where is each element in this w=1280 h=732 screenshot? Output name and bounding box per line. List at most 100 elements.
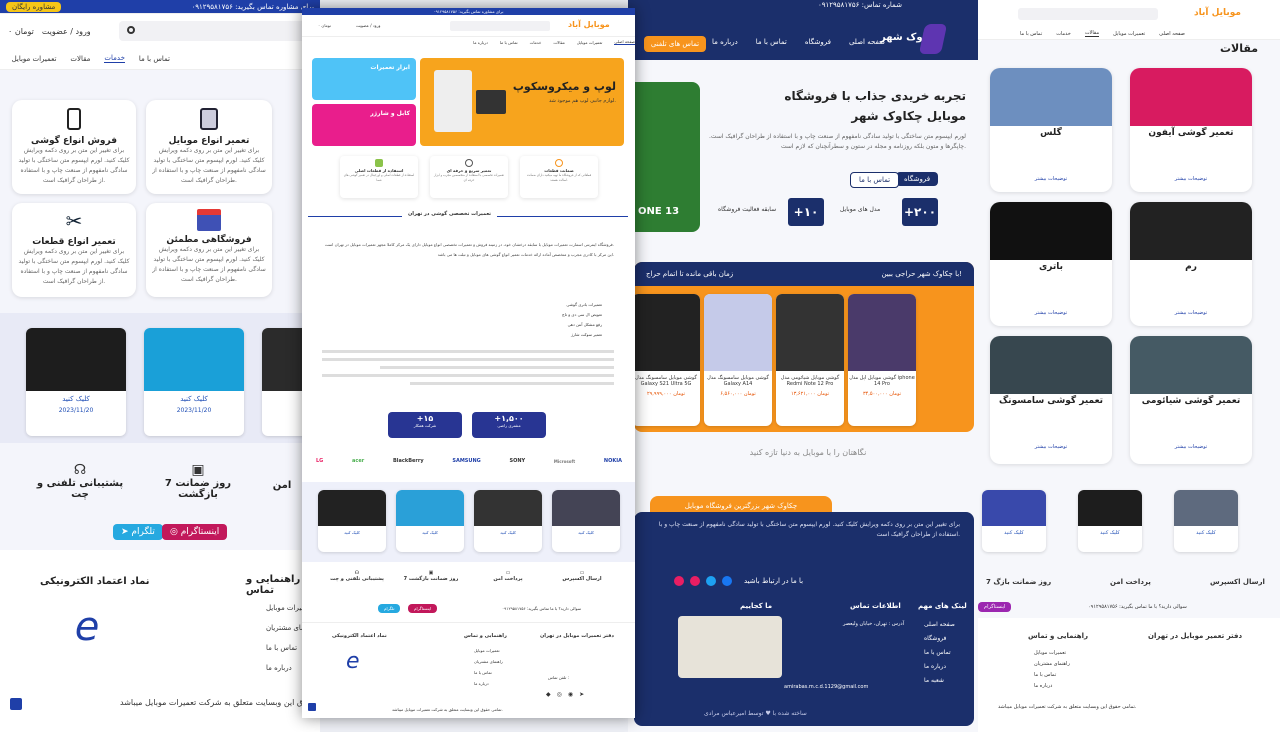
nav-item[interactable]: درباره ما (473, 40, 488, 45)
scroll-top-button[interactable] (308, 703, 316, 711)
telegram-button[interactable]: تلگرام (378, 604, 401, 613)
footer-link[interactable]: تماس با ما (474, 667, 503, 678)
twitter-icon[interactable] (706, 576, 716, 586)
product-card[interactable]: کلیک کنید (982, 490, 1046, 552)
footer-link[interactable]: راهنمای مشتریان (1034, 659, 1070, 670)
nav-item[interactable]: مقالات (553, 40, 564, 45)
footer-link[interactable]: درباره ما (1034, 681, 1070, 692)
instagram-icon[interactable]: ◎ (557, 691, 562, 698)
nav-item[interactable]: تعمیرات موبایل (12, 55, 57, 63)
chakavak-logo-icon[interactable] (918, 24, 948, 54)
telegram-icon[interactable]: ➤ (579, 691, 584, 698)
feature-label: 7 روز ضمانت بازگشت (164, 478, 232, 500)
article-card[interactable]: رم توضیحات بیشتر (1130, 202, 1252, 326)
search-input[interactable] (118, 21, 312, 41)
pinterest-icon[interactable] (674, 576, 684, 586)
enamad-logo[interactable]: e (346, 649, 360, 674)
consult-badge[interactable]: مشاوره رایگان (6, 1, 62, 12)
tools-banner[interactable]: ابزار تعمیرات (312, 58, 416, 100)
product-link[interactable]: کلیک کنید (26, 395, 126, 403)
nav-item[interactable]: تعمیرات موبایل (577, 40, 603, 45)
nav-item[interactable]: مقالات (70, 55, 90, 63)
more-link[interactable]: توضیحات بیشتر (1130, 176, 1252, 182)
sale-product-card[interactable]: گوشی موبایل سامسونگ مدل Galaxy S21 Ultra… (632, 294, 700, 426)
service-card: ✂ تعمیر انواع قطعات برای تغییر این متن ب… (12, 203, 136, 297)
sale-product-card[interactable]: گوشی موبایل سامسونگ مدل Galaxy A14 ۶,۵۶۰,… (704, 294, 772, 426)
footer-link[interactable]: شعبه ما (924, 674, 955, 688)
login-link[interactable]: ورود / عضویت (42, 27, 91, 36)
product-card[interactable]: کلیک کنید 2023/11/20 (144, 328, 244, 436)
nav-item[interactable]: درباره ما (712, 38, 738, 46)
sale-product-card[interactable]: گوشی موبایل شیائومی مدل Redmi Note 12 Pr… (776, 294, 844, 426)
article-card[interactable]: تعمیر گوشی آیفون توضیحات بیشتر (1130, 68, 1252, 192)
product-link[interactable]: کلیک کنید (982, 530, 1046, 536)
cable-banner[interactable]: کابل و شارژر (312, 104, 416, 146)
nav-item[interactable]: فروشگاه (805, 38, 831, 46)
footer-link[interactable]: صفحه اصلی (924, 618, 955, 632)
instagram-button[interactable]: اینستاگرام (978, 602, 1012, 612)
instagram-button[interactable]: ◎ اینستاگرام (162, 524, 228, 540)
twitter-icon[interactable]: ◆ (546, 691, 551, 698)
search-input[interactable] (450, 21, 550, 31)
search-input[interactable] (1018, 8, 1158, 20)
more-link[interactable]: توضیحات بیشتر (990, 176, 1112, 182)
sale-product-card[interactable]: گوشی موبایل اپل مدل iphone 14 Pro ۳۴,۵۰۰,… (848, 294, 916, 426)
product-card[interactable]: کلیک کنید (474, 490, 542, 552)
product-card[interactable]: کلیک کنید (318, 490, 386, 552)
product-link[interactable]: کلیک کنید (144, 395, 244, 403)
telegram-button[interactable]: ➤ تلگرام (113, 524, 163, 540)
product-card[interactable]: کلیک کنید (1174, 490, 1238, 552)
product-card[interactable]: کلیک کنید (552, 490, 620, 552)
article-title: گلس (1040, 128, 1062, 138)
nav-item[interactable]: صفحه اصلی (614, 39, 635, 45)
scroll-top-button[interactable] (10, 698, 22, 710)
more-link[interactable]: توضیحات بیشتر (990, 310, 1112, 316)
nav-item[interactable]: خدمات (530, 40, 542, 45)
nav-item[interactable]: تماس با ما (1020, 31, 1042, 37)
product-link[interactable]: کلیک کنید (1174, 530, 1238, 536)
footer-link[interactable]: فروشگاه (924, 632, 955, 646)
article-card[interactable]: تعمیر گوشی سامسونگ توضیحات بیشتر (990, 336, 1112, 464)
nav-item[interactable]: مقالات (1084, 30, 1100, 37)
shop-button[interactable]: فروشگاه (896, 172, 939, 186)
footer-link[interactable]: تماس با ما (924, 646, 955, 660)
cart-total[interactable]: ۰ تومان (8, 27, 34, 36)
facebook-icon[interactable] (722, 576, 732, 586)
nav-item[interactable]: تماس با ما (756, 38, 787, 46)
cart-total[interactable]: ۰ تومان (318, 23, 331, 28)
nav-item[interactable]: تماس با ما (139, 55, 170, 63)
enamad-logo[interactable]: e (62, 604, 112, 654)
nav-item[interactable]: صفحه اصلی (1159, 31, 1185, 37)
footer-link[interactable]: تعمیرات موبایل (474, 645, 503, 656)
login-link[interactable]: ورود / عضویت (356, 23, 380, 28)
logo-text[interactable]: موبایل آباد (568, 20, 610, 29)
main-banner[interactable]: لوپ و میکروسکوپ لوازم جانبی لوپ هم موجود… (420, 58, 624, 146)
contact-button[interactable]: تماس با ما (850, 172, 900, 188)
nav-item[interactable]: خدمات (104, 54, 125, 63)
footer-link[interactable]: درباره ما (474, 678, 503, 689)
footer-link[interactable]: راهنمای مشتریان (474, 656, 503, 667)
product-link[interactable]: کلیک کنید (1078, 530, 1142, 536)
product-card[interactable]: کلیک کنید (396, 490, 464, 552)
article-card[interactable]: گلس توضیحات بیشتر (990, 68, 1112, 192)
services-list: تعمیرات باتری گوشی تعویض ال سی دی و تاچ … (482, 300, 602, 340)
footer-link[interactable]: درباره ما (924, 660, 955, 674)
article-card[interactable]: باتری توضیحات بیشتر (990, 202, 1112, 326)
whatsapp-icon[interactable]: ◉ (568, 691, 573, 698)
nav-item[interactable]: خدمات (1056, 31, 1071, 37)
instagram-icon[interactable] (690, 576, 700, 586)
more-link[interactable]: توضیحات بیشتر (1130, 444, 1252, 450)
more-link[interactable]: توضیحات بیشتر (990, 444, 1112, 450)
footer-link[interactable]: تماس با ما (1034, 670, 1070, 681)
nav-item[interactable]: تعمیرات موبایل (1113, 31, 1145, 37)
location-map[interactable] (678, 616, 782, 678)
more-link[interactable]: توضیحات بیشتر (1130, 310, 1252, 316)
product-card[interactable]: کلیک کنید 2023/11/20 (26, 328, 126, 436)
product-card[interactable]: کلیک کنید (1078, 490, 1142, 552)
instagram-button[interactable]: اینستاگرام (408, 604, 438, 613)
service-title: تعمیر انواع قطعات (32, 237, 116, 247)
cta-button[interactable]: تماس های تلفنی (644, 36, 706, 52)
footer-link[interactable]: تعمیرات موبایل (1034, 648, 1070, 659)
nav-item[interactable]: تماس با ما (500, 40, 518, 45)
article-card[interactable]: تعمیر گوشی شیائومی توضیحات بیشتر (1130, 336, 1252, 464)
